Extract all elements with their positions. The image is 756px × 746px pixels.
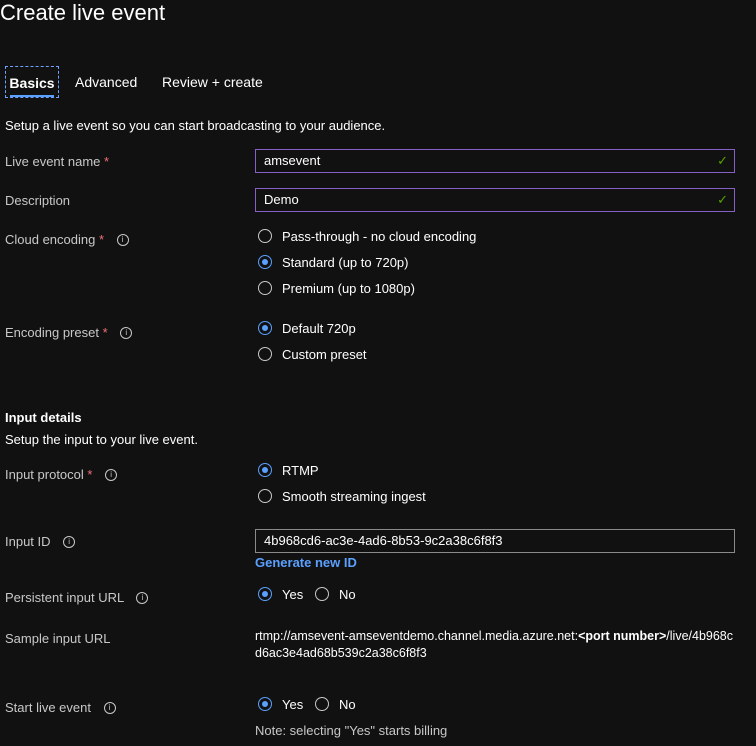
sample-input-url-label: Sample input URL — [5, 631, 111, 646]
input-id-label: Input ID i — [5, 534, 76, 549]
cloud-encoding-label: Cloud encoding * i — [5, 232, 129, 247]
info-icon[interactable]: i — [63, 535, 76, 548]
radio-premium[interactable] — [258, 281, 272, 295]
input-details-subtext: Setup the input to your live event. — [5, 432, 198, 447]
sample-url-port: <port number> — [578, 629, 667, 643]
description-label: Description — [5, 193, 71, 208]
option-persistent-no-label: No — [339, 587, 356, 602]
option-rtmp-label: RTMP — [282, 463, 319, 478]
radio-start-no[interactable] — [315, 697, 329, 711]
billing-note: Note: selecting "Yes" starts billing — [255, 723, 448, 738]
tab-advanced[interactable]: Advanced — [75, 66, 137, 98]
radio-start-yes[interactable] — [258, 697, 272, 711]
option-start-yes-label: Yes — [282, 697, 304, 712]
live-event-name-value: amsevent — [264, 153, 321, 168]
radio-rtmp[interactable] — [258, 463, 272, 477]
description-value: Demo — [264, 192, 299, 207]
input-protocol-label-text: Input protocol — [5, 467, 84, 482]
input-protocol-label: Input protocol * i — [5, 467, 118, 482]
live-event-name-label: Live event name * — [5, 154, 109, 169]
start-live-event-label-text: Start live event — [5, 700, 91, 715]
description-input[interactable]: Demo ✓ — [255, 188, 735, 212]
live-event-name-label-text: Live event name — [5, 154, 101, 169]
radio-standard[interactable] — [258, 255, 272, 269]
info-icon[interactable]: i — [136, 591, 149, 604]
checkmark-icon: ✓ — [717, 153, 728, 168]
input-details-heading: Input details — [5, 410, 82, 425]
generate-new-id-link[interactable]: Generate new ID — [255, 555, 357, 570]
option-default-720p-label: Default 720p — [282, 321, 356, 336]
required-marker: * — [102, 325, 108, 340]
radio-persistent-yes[interactable] — [258, 587, 272, 601]
sample-url-part1: rtmp://amsevent-amseventdemo.channel.med… — [255, 629, 579, 643]
encoding-preset-label: Encoding preset * i — [5, 325, 133, 340]
persistent-input-url-label: Persistent input URL i — [5, 590, 149, 605]
radio-smooth-streaming[interactable] — [258, 489, 272, 503]
radio-custom-preset[interactable] — [258, 347, 272, 361]
option-pass-through-label: Pass-through - no cloud encoding — [282, 229, 477, 244]
sample-input-url-value: rtmp://amsevent-amseventdemo.channel.med… — [255, 628, 735, 662]
input-id-value: 4b968cd6-ac3e-4ad6-8b53-9c2a38c6f8f3 — [264, 533, 503, 548]
info-icon[interactable]: i — [116, 233, 129, 246]
info-icon[interactable]: i — [120, 326, 133, 339]
option-standard-label: Standard (up to 720p) — [282, 255, 409, 270]
checkmark-icon: ✓ — [717, 192, 728, 207]
info-icon[interactable]: i — [103, 701, 116, 714]
live-event-name-input[interactable]: amsevent ✓ — [255, 149, 735, 173]
tab-review-create[interactable]: Review + create — [162, 66, 263, 98]
radio-pass-through[interactable] — [258, 229, 272, 243]
tab-basics[interactable]: Basics — [5, 66, 59, 98]
radio-persistent-no[interactable] — [315, 587, 329, 601]
tab-active-indicator — [10, 95, 54, 97]
cloud-encoding-label-text: Cloud encoding — [5, 232, 96, 247]
input-id-field[interactable]: 4b968cd6-ac3e-4ad6-8b53-9c2a38c6f8f3 — [255, 529, 735, 553]
persistent-input-url-label-text: Persistent input URL — [5, 590, 124, 605]
required-marker: * — [87, 467, 93, 482]
option-persistent-yes-label: Yes — [282, 587, 304, 602]
page-title: Create live event — [0, 0, 166, 25]
input-id-label-text: Input ID — [5, 534, 51, 549]
info-icon[interactable]: i — [105, 468, 118, 481]
required-marker: * — [104, 154, 110, 169]
encoding-preset-label-text: Encoding preset — [5, 325, 99, 340]
option-start-no-label: No — [339, 697, 356, 712]
start-live-event-label: Start live event i — [5, 700, 116, 715]
intro-text: Setup a live event so you can start broa… — [5, 118, 386, 133]
radio-default-720p[interactable] — [258, 321, 272, 335]
option-custom-preset-label: Custom preset — [282, 347, 367, 362]
option-premium-label: Premium (up to 1080p) — [282, 281, 415, 296]
required-marker: * — [98, 232, 105, 247]
option-smooth-streaming-label: Smooth streaming ingest — [282, 489, 426, 504]
